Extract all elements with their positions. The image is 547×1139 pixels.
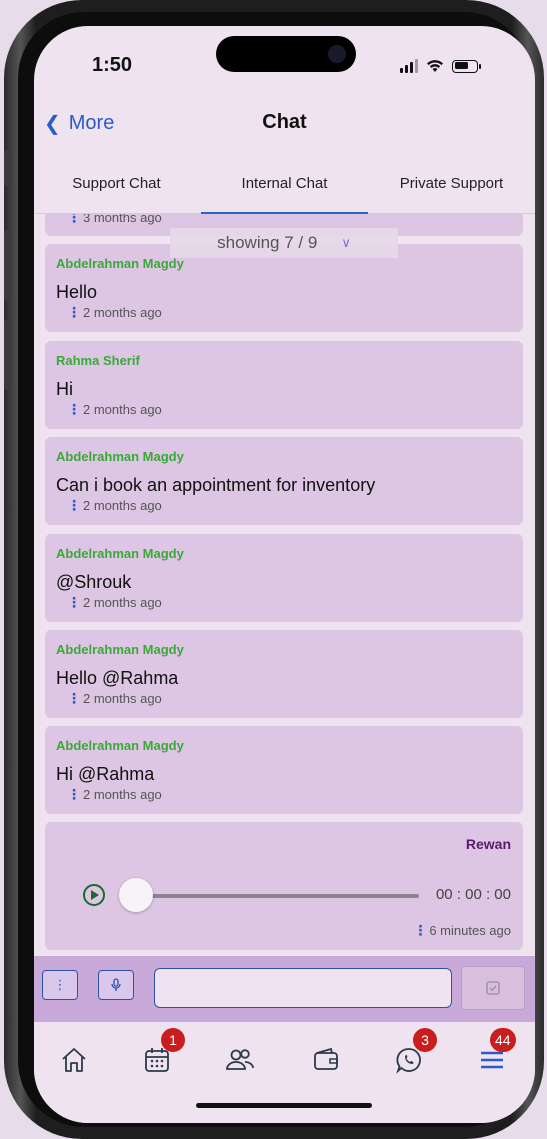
message-time: 3 months ago	[83, 214, 162, 225]
status-icons	[400, 58, 481, 74]
double-chevron-down-icon: ∨	[341, 235, 351, 250]
message-options-icon[interactable]: ⋮	[67, 594, 81, 611]
wifi-icon	[427, 60, 443, 72]
message-bubble: Abdelrahman Magdy Can i book an appointm…	[45, 437, 523, 525]
volume-down-button	[4, 320, 10, 390]
message-options-icon[interactable]: ⋮	[67, 401, 81, 418]
home-indicator	[196, 1103, 372, 1108]
audio-progress-track[interactable]	[135, 894, 419, 898]
showing-count: showing 7 / 9	[217, 233, 318, 252]
message-time: 6 minutes ago	[429, 923, 511, 938]
message-time: 2 months ago	[83, 787, 162, 802]
message-sender: Abdelrahman Magdy	[56, 546, 184, 561]
message-options-icon[interactable]: ⋮	[67, 214, 81, 226]
tab-menu[interactable]: 44	[472, 1028, 516, 1080]
message-options-icon[interactable]: ⋮	[413, 922, 427, 939]
message-bubble: Abdelrahman Magdy @Shrouk ⋮ 2 months ago	[45, 534, 523, 622]
message-sender: Rewan	[465, 836, 511, 852]
send-button[interactable]	[461, 966, 525, 1010]
message-sender: Abdelrahman Magdy	[56, 449, 184, 464]
wallet-icon	[314, 1047, 338, 1070]
showing-indicator[interactable]: showing 7 / 9 ∨	[170, 228, 398, 258]
message-time: 2 months ago	[83, 305, 162, 320]
home-icon	[62, 1048, 86, 1072]
tab-whatsapp[interactable]: 3	[389, 1028, 437, 1080]
tab-calendar[interactable]: 1	[137, 1028, 185, 1080]
message-text: Hello	[56, 282, 98, 302]
message-options-icon[interactable]: ⋮	[67, 497, 81, 514]
page-title: Chat	[262, 111, 307, 133]
voice-message-bubble: Rewan 00 : 00 : 00 ⋮ 6 minutes ago	[45, 822, 523, 950]
menu-badge: 44	[490, 1028, 516, 1052]
message-sender: Abdelrahman Magdy	[56, 256, 184, 271]
message-bubble: Abdelrahman Magdy Hello @Rahma ⋮ 2 month…	[45, 630, 523, 718]
phone-frame: 1:50 ❮ More Chat Support Chat Internal C…	[4, 0, 544, 1139]
message-time: 2 months ago	[83, 498, 162, 513]
message-time: 2 months ago	[83, 691, 162, 706]
message-bubble: Rahma Sherif Hi ⋮ 2 months ago	[45, 341, 523, 429]
chat-tabs: Support Chat Internal Chat Private Suppo…	[34, 156, 535, 214]
message-composer: ⋮	[34, 956, 535, 1022]
tab-private-support[interactable]: Private Support	[368, 156, 535, 212]
tab-users[interactable]	[220, 1040, 260, 1080]
message-meta: ⋮ 2 months ago	[67, 401, 162, 418]
message-meta: ⋮ 6 minutes ago	[413, 922, 511, 939]
battery-icon	[452, 59, 481, 73]
status-time: 1:50	[92, 54, 133, 76]
message-meta: ⋮ 2 months ago	[67, 690, 162, 707]
tab-internal-chat[interactable]: Internal Chat	[201, 156, 368, 214]
message-list[interactable]: ⋮ 3 months ago Abdelrahman Magdy Hello ⋮…	[34, 214, 535, 954]
message-sender: Rahma Sherif	[56, 353, 140, 368]
calendar-badge: 1	[161, 1028, 185, 1052]
message-meta: ⋮ 2 months ago	[67, 304, 162, 321]
volume-up-button	[4, 230, 10, 300]
side-button	[4, 150, 10, 186]
message-text: @Shrouk	[56, 572, 132, 592]
message-time: 2 months ago	[83, 402, 162, 417]
message-text: Can i book an appointment for inventory	[56, 475, 376, 495]
message-meta: ⋮ 2 months ago	[67, 594, 162, 611]
play-icon[interactable]	[83, 884, 105, 906]
dynamic-island	[216, 36, 356, 72]
send-check-icon	[486, 981, 500, 995]
message-time: 2 months ago	[83, 595, 162, 610]
vertical-dots-icon: ⋮	[53, 977, 67, 992]
tab-wallet[interactable]	[306, 1040, 346, 1080]
message-bubble: Abdelrahman Magdy Hi @Rahma ⋮ 2 months a…	[45, 726, 523, 814]
signal-icon	[400, 59, 418, 73]
message-sender: Abdelrahman Magdy	[56, 738, 184, 753]
audio-progress-knob[interactable]	[119, 878, 153, 912]
message-options-icon[interactable]: ⋮	[67, 786, 81, 803]
users-icon	[226, 1049, 254, 1070]
message-meta: ⋮ 2 months ago	[67, 497, 162, 514]
tab-home[interactable]	[54, 1040, 94, 1080]
composer-more-button[interactable]: ⋮	[42, 970, 78, 1000]
voice-record-button[interactable]	[98, 970, 134, 1000]
message-meta: ⋮ 3 months ago	[67, 214, 162, 226]
tab-support-chat[interactable]: Support Chat	[34, 156, 199, 212]
message-text: Hi @Rahma	[56, 764, 155, 784]
message-options-icon[interactable]: ⋮	[67, 690, 81, 707]
microphone-icon	[111, 978, 121, 991]
audio-duration: 00 : 00 : 00	[435, 886, 511, 903]
message-text: Hi	[56, 379, 73, 399]
message-meta: ⋮ 2 months ago	[67, 786, 162, 803]
app-screen: 1:50 ❮ More Chat Support Chat Internal C…	[34, 26, 535, 1123]
message-text: Hello @Rahma	[56, 668, 179, 688]
whatsapp-badge: 3	[413, 1028, 437, 1052]
nav-bar: ❮ More Chat	[34, 106, 535, 146]
message-input[interactable]	[154, 968, 452, 1008]
message-sender: Abdelrahman Magdy	[56, 642, 184, 657]
message-options-icon[interactable]: ⋮	[67, 304, 81, 321]
